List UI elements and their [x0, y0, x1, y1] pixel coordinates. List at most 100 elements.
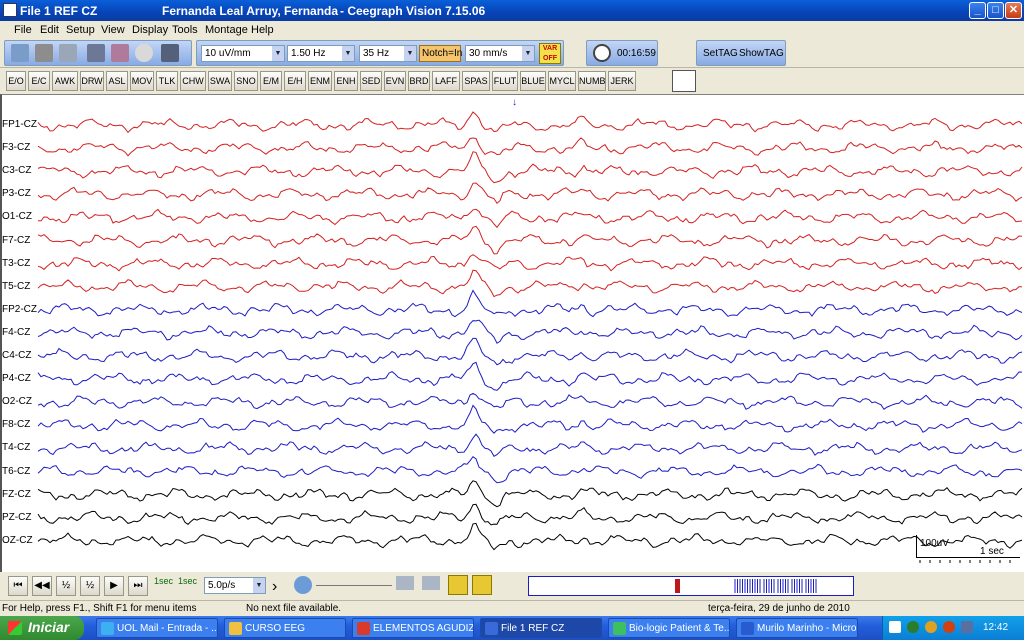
app-icon[interactable] — [3, 3, 17, 17]
back-1sec-button[interactable]: 1sec — [154, 576, 173, 586]
showtag-button[interactable]: ShowTAG — [739, 48, 784, 59]
speed-select[interactable]: 30 mm/s ▼ — [465, 45, 535, 62]
next-file-icon[interactable] — [472, 575, 492, 595]
volume-tray-icon[interactable] — [961, 621, 973, 633]
chevron-down-icon: ▼ — [342, 46, 354, 61]
menu-view[interactable]: View — [101, 24, 125, 36]
chevron-down-icon: ▼ — [522, 46, 534, 61]
eeg-trace — [37, 111, 1023, 134]
step-forward-icon[interactable] — [422, 576, 440, 590]
taskbar-task[interactable]: CURSO EEG — [224, 618, 346, 638]
event-button-laff[interactable]: LAFF — [432, 71, 460, 91]
current-position-marker[interactable] — [675, 579, 680, 593]
menu-setup[interactable]: Setup — [66, 24, 95, 36]
sensitivity-value: 10 uV/mm — [205, 48, 251, 59]
network-tray-icon[interactable] — [907, 621, 919, 633]
menu-edit[interactable]: Edit — [40, 24, 59, 36]
playback-speed-select[interactable]: 5.0p/s ▼ — [204, 577, 266, 594]
notch-button[interactable]: Notch=In — [419, 45, 462, 62]
play-icon[interactable]: › — [272, 578, 277, 596]
event-button-eh[interactable]: E/H — [284, 71, 306, 91]
event-button-sed[interactable]: SED — [360, 71, 382, 91]
scale-bars-icon[interactable] — [672, 70, 696, 92]
event-button-tlk[interactable]: TLK — [156, 71, 178, 91]
task-app-icon — [485, 622, 498, 635]
event-button-asl[interactable]: ASL — [106, 71, 128, 91]
forward-1sec-button[interactable]: 1sec — [178, 576, 197, 586]
step-back-icon[interactable] — [396, 576, 414, 590]
event-button-spas[interactable]: SPAS — [462, 71, 490, 91]
sensitivity-select[interactable]: 10 uV/mm ▼ — [201, 45, 285, 62]
system-tray: 12:42 — [882, 616, 1024, 640]
menu-montage[interactable]: Montage — [205, 24, 248, 36]
channel-label: OZ-CZ — [2, 534, 33, 546]
minimize-icon[interactable]: _ — [969, 2, 986, 19]
event-button-em[interactable]: E/M — [260, 71, 282, 91]
help-tray-icon[interactable] — [889, 621, 901, 633]
timer-icon[interactable] — [135, 44, 153, 62]
low-filter-select[interactable]: 1.50 Hz ▼ — [287, 45, 355, 62]
event-button-awk[interactable]: AWK — [52, 71, 78, 91]
menu-tools[interactable]: Tools — [172, 24, 198, 36]
playback-slider[interactable] — [316, 585, 392, 586]
last-page-button[interactable]: ⏭ — [128, 576, 148, 596]
event-button-jerk[interactable]: JERK — [608, 71, 636, 91]
event-button-evn[interactable]: EVN — [384, 71, 406, 91]
event-button-blue[interactable]: BLUE — [520, 71, 546, 91]
event-button-swa[interactable]: SWA — [208, 71, 232, 91]
close-icon[interactable]: ✕ — [1005, 2, 1022, 19]
event-button-enm[interactable]: ENM — [308, 71, 332, 91]
first-page-button[interactable]: ⏮ — [8, 576, 28, 596]
image-icon[interactable] — [111, 44, 129, 62]
event-button-ec[interactable]: E/C — [28, 71, 50, 91]
channel-label: F7-CZ — [2, 234, 31, 246]
event-button-numb[interactable]: NUMB — [578, 71, 606, 91]
print-icon[interactable] — [35, 44, 53, 62]
settag-button[interactable]: SetTAG — [703, 48, 738, 59]
start-button[interactable]: Iniciar — [0, 616, 84, 640]
timer-group: 00:16:59 — [586, 40, 658, 66]
event-button-sno[interactable]: SNO — [234, 71, 258, 91]
taskbar-task[interactable]: ELEMENTOS AGUDIZ... — [352, 618, 474, 638]
high-filter-select[interactable]: 35 Hz ▼ — [359, 45, 417, 62]
half-forward-button[interactable]: ½ — [80, 576, 100, 596]
maximize-icon[interactable]: □ — [987, 2, 1004, 19]
playback-knob-icon[interactable] — [294, 576, 312, 594]
taskbar-task[interactable]: UOL Mail - Entrada - ... — [96, 618, 218, 638]
var-toggle[interactable]: VAR OFF — [539, 43, 561, 64]
antivirus-tray-icon[interactable] — [943, 621, 955, 633]
event-button-flut[interactable]: FLUT — [492, 71, 518, 91]
taskbar-task[interactable]: Murilo Marinho - Micro... — [736, 618, 858, 638]
open-icon[interactable] — [11, 44, 29, 62]
security-tray-icon[interactable] — [925, 621, 937, 633]
prev-page-button[interactable]: ◀◀ — [32, 576, 52, 596]
file-timeline[interactable] — [528, 576, 854, 596]
menu-help[interactable]: Help — [251, 24, 274, 36]
elapsed-time: 00:16:59 — [617, 48, 656, 59]
event-toolbar: E/O E/C AWK DRW ASL MOV TLK CHW SWA SNO E/M E/H ENM E… — [0, 68, 1024, 94]
montage-icon[interactable] — [161, 44, 179, 62]
event-button-mycl[interactable]: MYCL — [548, 71, 576, 91]
event-button-mov[interactable]: MOV — [130, 71, 154, 91]
menu-display[interactable]: Display — [132, 24, 168, 36]
playback-bar: ⏮ ◀◀ ½ ½ ▶ ⏭ 1sec 1sec 5.0p/s ▼ › — [0, 572, 1024, 600]
eeg-trace — [37, 137, 1023, 157]
menu-file[interactable]: File — [14, 24, 32, 36]
event-button-brd[interactable]: BRD — [408, 71, 430, 91]
next-page-button[interactable]: ▶ — [104, 576, 124, 596]
event-button-chw[interactable]: CHW — [180, 71, 206, 91]
task-app-icon — [101, 622, 114, 635]
taskbar-task[interactable]: Bio-logic Patient & Te... — [608, 618, 730, 638]
eeg-trace-panel[interactable]: FP1-CZ F3-CZ C3-CZ P3-CZ O1-CZ F7-CZ T3-CZ T5-C… — [0, 94, 1024, 572]
prev-file-icon[interactable] — [448, 575, 468, 595]
event-button-drw[interactable]: DRW — [80, 71, 104, 91]
taskbar-task[interactable]: File 1 REF CZ — [480, 618, 602, 638]
event-button-enh[interactable]: ENH — [334, 71, 358, 91]
mpeg-icon[interactable] — [87, 44, 105, 62]
event-button-eo[interactable]: E/O — [6, 71, 26, 91]
preview-icon[interactable] — [59, 44, 77, 62]
task-label: Bio-logic Patient & Te... — [629, 623, 730, 634]
help-status-text: For Help, press F1., Shift F1 for menu i… — [2, 603, 197, 614]
eeg-trace — [37, 456, 1023, 484]
half-back-button[interactable]: ½ — [56, 576, 76, 596]
